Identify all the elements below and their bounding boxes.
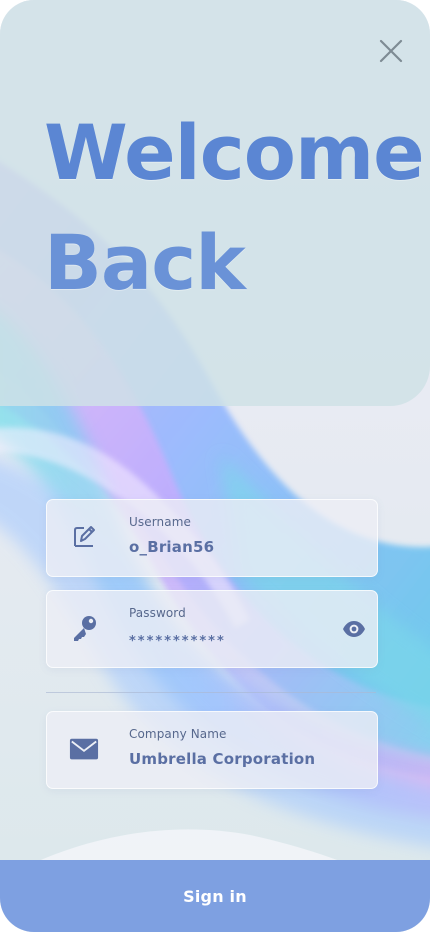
close-icon	[379, 39, 403, 63]
username-label: Username	[129, 515, 191, 529]
login-screen: Welcome Back Username o_Brian56 Password…	[0, 0, 430, 932]
password-value[interactable]: ***********	[129, 634, 226, 649]
edit-icon	[69, 522, 99, 552]
password-label: Password	[129, 606, 186, 620]
welcome-title-line-1: Welcome	[44, 108, 425, 197]
form-divider	[46, 692, 376, 693]
company-name-label: Company Name	[129, 727, 227, 741]
username-value[interactable]: o_Brian56	[129, 538, 214, 556]
password-field[interactable]: Password ***********	[46, 590, 378, 668]
welcome-title: Welcome Back	[44, 98, 425, 318]
company-name-value[interactable]: Umbrella Corporation	[129, 750, 315, 768]
sign-in-button[interactable]: Sign in	[0, 860, 430, 932]
company-name-field[interactable]: Company Name Umbrella Corporation	[46, 711, 378, 789]
username-field[interactable]: Username o_Brian56	[46, 499, 378, 577]
mail-icon	[69, 734, 99, 764]
eye-icon	[343, 621, 365, 637]
password-visibility-toggle[interactable]	[342, 620, 366, 638]
key-icon	[69, 613, 99, 643]
welcome-title-line-2: Back	[44, 218, 246, 307]
close-button[interactable]	[378, 38, 404, 64]
